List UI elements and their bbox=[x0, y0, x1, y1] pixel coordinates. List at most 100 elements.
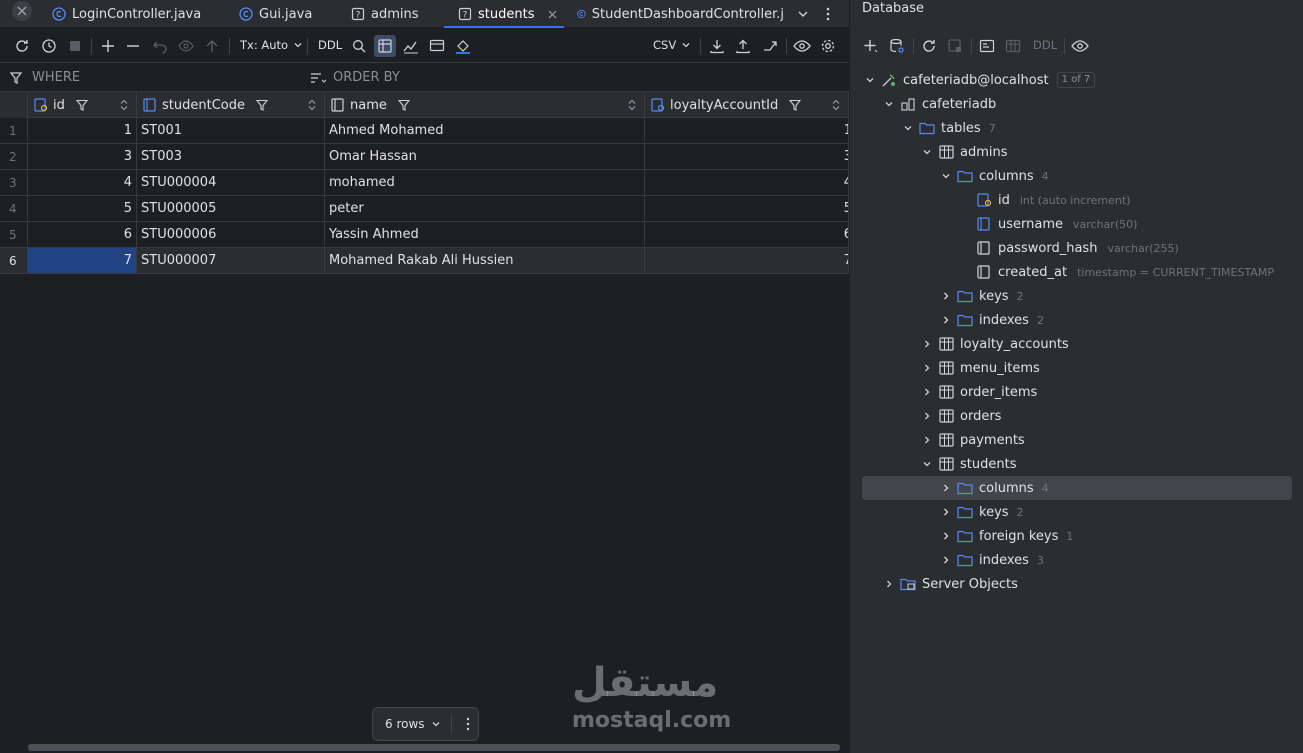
chevron-down-icon[interactable] bbox=[862, 72, 878, 88]
preview-pending-button[interactable] bbox=[177, 37, 195, 55]
chevron-right-icon[interactable] bbox=[938, 288, 954, 304]
view-options-button[interactable] bbox=[1071, 37, 1089, 55]
table-row[interactable]: 3 4 STU000004 mohamed 4 bbox=[0, 170, 849, 196]
download-button[interactable] bbox=[708, 37, 726, 55]
table-row[interactable]: 4 5 STU000005 peter 5 bbox=[0, 196, 849, 222]
disconnect-button[interactable] bbox=[946, 37, 964, 55]
tree-node-column-password-hash[interactable]: password_hash varchar(255) bbox=[862, 236, 1292, 260]
filter-icon[interactable] bbox=[397, 99, 410, 111]
chevron-down-icon[interactable] bbox=[881, 96, 897, 112]
cell-student-code[interactable]: STU000006 bbox=[137, 222, 325, 247]
tree-node-students-keys[interactable]: keys 2 bbox=[862, 500, 1292, 524]
submit-button[interactable] bbox=[203, 37, 221, 55]
chevron-right-icon[interactable] bbox=[938, 552, 954, 568]
tree-node-table-admins[interactable]: admins bbox=[862, 140, 1292, 164]
new-button[interactable] bbox=[862, 37, 880, 55]
view-options-button[interactable] bbox=[793, 37, 811, 55]
cell-loyalty-account-id[interactable]: 5 bbox=[645, 196, 849, 221]
filter-icon[interactable] bbox=[789, 99, 802, 111]
value-editor-button[interactable] bbox=[428, 37, 446, 55]
tree-node-table-orders[interactable]: orders bbox=[862, 404, 1292, 428]
cell-id[interactable]: 6 bbox=[28, 222, 137, 247]
horizontal-scrollbar[interactable] bbox=[28, 744, 840, 751]
cell-student-code[interactable]: STU000004 bbox=[137, 170, 325, 195]
tree-node-students-columns[interactable]: columns 4 bbox=[862, 476, 1292, 500]
row-count-dropdown[interactable]: 6 rows bbox=[385, 717, 425, 731]
tree-node-students-indexes[interactable]: indexes 3 bbox=[862, 548, 1292, 572]
tree-node-server-objects[interactable]: Server Objects bbox=[862, 572, 1292, 596]
sort-icon[interactable] bbox=[832, 99, 840, 111]
tab-gui[interactable]: Gui.java bbox=[239, 0, 312, 28]
chevron-right-icon[interactable] bbox=[919, 384, 935, 400]
cell-id[interactable]: 7 bbox=[28, 248, 137, 273]
chevron-right-icon[interactable] bbox=[938, 312, 954, 328]
column-header-name[interactable]: name bbox=[325, 92, 645, 118]
history-button[interactable] bbox=[40, 37, 58, 55]
chevron-down-icon[interactable] bbox=[919, 144, 935, 160]
tab-students[interactable]: ? students bbox=[444, 0, 564, 28]
cell-student-code[interactable]: STU000007 bbox=[137, 248, 325, 273]
tx-mode-dropdown[interactable]: Tx: Auto bbox=[240, 38, 303, 52]
cell-id[interactable]: 5 bbox=[28, 196, 137, 221]
bucket-fill-button[interactable] bbox=[454, 37, 472, 55]
export-format-dropdown[interactable]: CSV bbox=[653, 38, 691, 52]
cell-name[interactable]: Omar Hassan bbox=[325, 144, 645, 169]
sort-icon[interactable] bbox=[628, 99, 636, 111]
cell-name[interactable]: mohamed bbox=[325, 170, 645, 195]
filter-icon[interactable] bbox=[75, 99, 88, 111]
compare-button[interactable] bbox=[761, 37, 779, 55]
add-row-button[interactable] bbox=[99, 37, 117, 55]
chevron-right-icon[interactable] bbox=[919, 360, 935, 376]
tree-node-tables[interactable]: tables 7 bbox=[862, 116, 1292, 140]
tab-login-controller[interactable]: LoginController.java bbox=[52, 0, 201, 28]
chevron-right-icon[interactable] bbox=[938, 528, 954, 544]
tree-node-table-payments[interactable]: payments bbox=[862, 428, 1292, 452]
filter-icon[interactable] bbox=[255, 99, 268, 111]
search-button[interactable] bbox=[350, 37, 368, 55]
more-vertical-icon[interactable] bbox=[465, 717, 471, 731]
column-header-loyalty-account-id[interactable]: loyaltyAccountId bbox=[645, 92, 849, 118]
column-header-id[interactable]: id bbox=[28, 92, 137, 118]
query-console-button[interactable] bbox=[978, 37, 996, 55]
tree-node-connection[interactable]: cafeteriadb@localhost 1 of 7 bbox=[862, 68, 1292, 92]
ddl-button[interactable]: DDL bbox=[318, 38, 342, 52]
cell-name[interactable]: Ahmed Mohamed bbox=[325, 118, 645, 143]
tree-node-table-students[interactable]: students bbox=[862, 452, 1292, 476]
cell-student-code[interactable]: ST001 bbox=[137, 118, 325, 143]
cell-id[interactable]: 4 bbox=[28, 170, 137, 195]
table-row[interactable]: 2 3 ST003 Omar Hassan 3 bbox=[0, 144, 849, 170]
ddl-button[interactable]: DDL bbox=[1033, 38, 1057, 52]
stop-button[interactable] bbox=[66, 37, 84, 55]
tree-node-schema[interactable]: cafeteriadb bbox=[862, 92, 1292, 116]
chevron-right-icon[interactable] bbox=[938, 480, 954, 496]
tree-node-admins-columns[interactable]: columns 4 bbox=[862, 164, 1292, 188]
tree-node-table-menu-items[interactable]: menu_items bbox=[862, 356, 1292, 380]
more-actions-button[interactable] bbox=[822, 7, 834, 21]
cell-student-code[interactable]: STU000005 bbox=[137, 196, 325, 221]
cell-id[interactable]: 3 bbox=[28, 144, 137, 169]
cell-student-code[interactable]: ST003 bbox=[137, 144, 325, 169]
chevron-right-icon[interactable] bbox=[938, 504, 954, 520]
tree-node-admins-indexes[interactable]: indexes 2 bbox=[862, 308, 1292, 332]
cell-loyalty-account-id[interactable]: 7 bbox=[645, 248, 849, 273]
chevron-down-icon[interactable] bbox=[919, 456, 935, 472]
cell-loyalty-account-id[interactable]: 4 bbox=[645, 170, 849, 195]
tab-student-dashboard-controller[interactable]: StudentDashboardController.j bbox=[577, 0, 784, 28]
cell-loyalty-account-id[interactable]: 1 bbox=[645, 118, 849, 143]
cell-name[interactable]: Mohamed Rakab Ali Hussien bbox=[325, 248, 645, 273]
table-view-toggle[interactable] bbox=[374, 35, 396, 57]
column-header-student-code[interactable]: studentCode bbox=[137, 92, 325, 118]
edit-data-button[interactable] bbox=[1004, 37, 1022, 55]
table-row[interactable]: 5 6 STU000006 Yassin Ahmed 6 bbox=[0, 222, 849, 248]
settings-button[interactable] bbox=[819, 37, 837, 55]
close-icon[interactable] bbox=[548, 10, 557, 19]
cell-name[interactable]: Yassin Ahmed bbox=[325, 222, 645, 247]
tab-list-button[interactable] bbox=[797, 8, 809, 20]
tree-node-students-foreign-keys[interactable]: foreign keys 1 bbox=[862, 524, 1292, 548]
cell-loyalty-account-id[interactable]: 3 bbox=[645, 144, 849, 169]
where-input[interactable]: WHERE bbox=[32, 70, 302, 85]
cell-name[interactable]: peter bbox=[325, 196, 645, 221]
upload-button[interactable] bbox=[734, 37, 752, 55]
chevron-right-icon[interactable] bbox=[919, 336, 935, 352]
chevron-right-icon[interactable] bbox=[919, 432, 935, 448]
